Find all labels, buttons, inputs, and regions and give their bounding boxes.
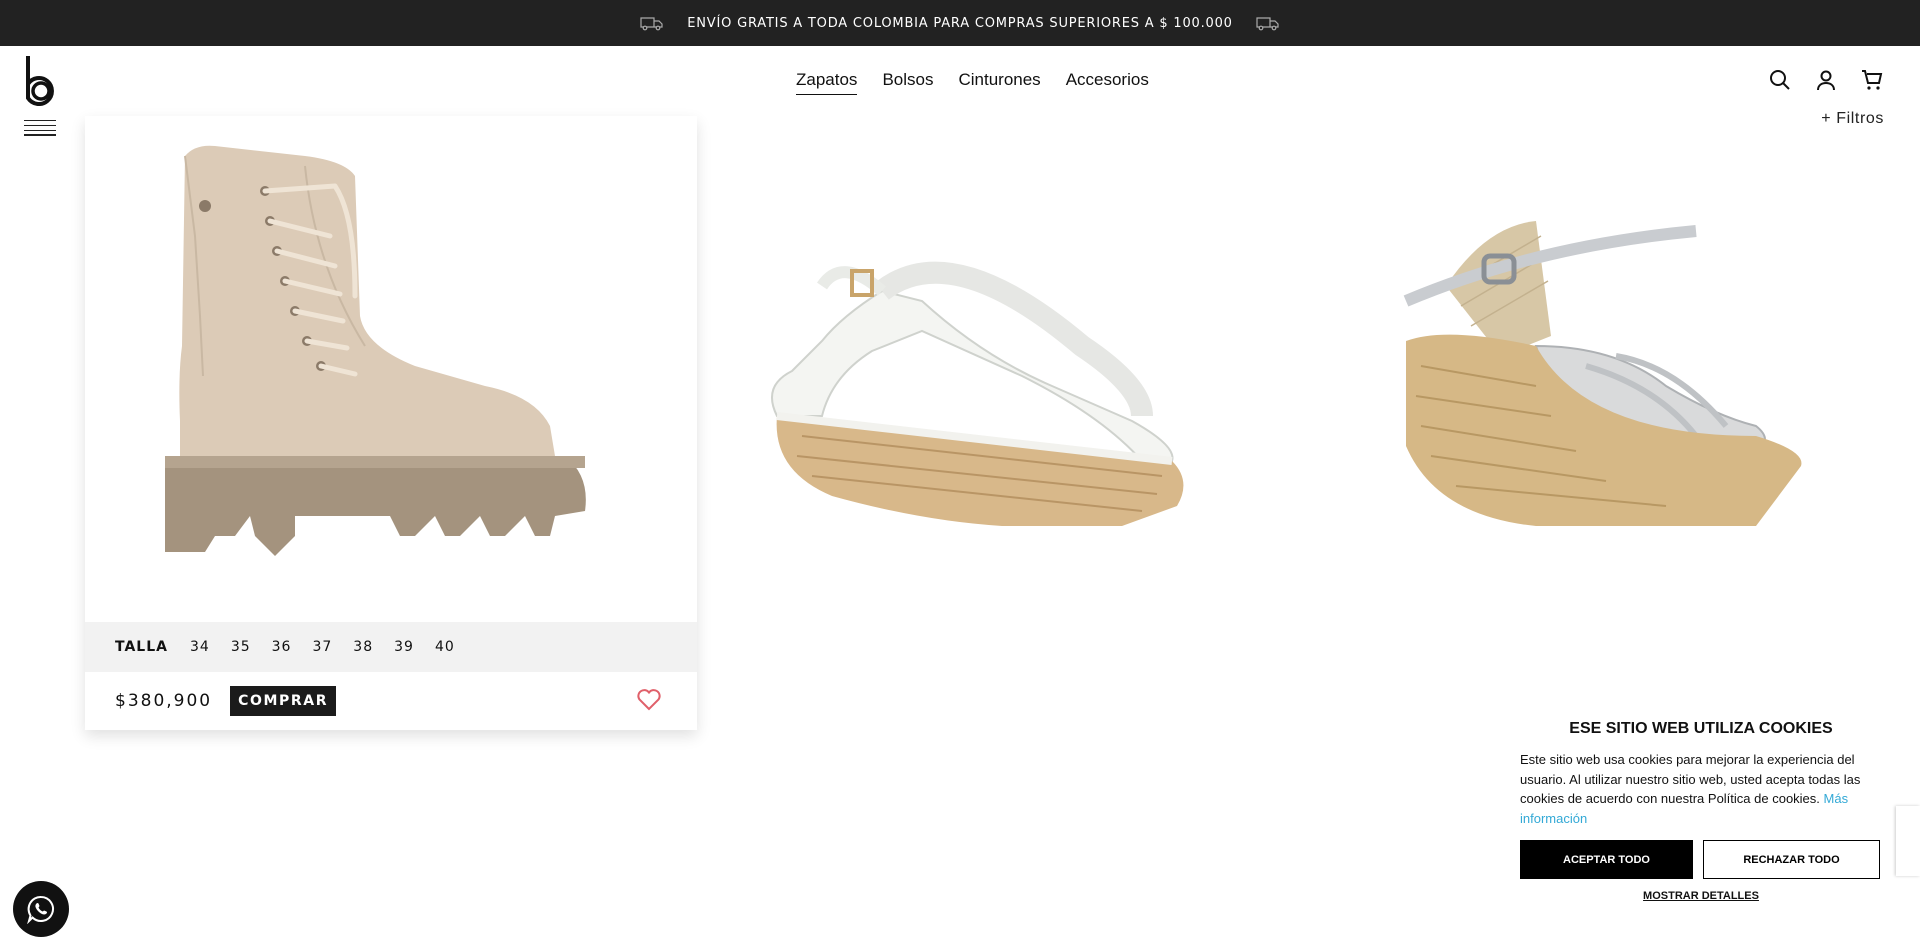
nav-item-accesorios[interactable]: Accesorios xyxy=(1066,70,1149,95)
cookie-title: ESE SITIO WEB UTILIZA COOKIES xyxy=(1569,720,1833,737)
heart-icon[interactable] xyxy=(636,688,662,712)
truck-icon xyxy=(1256,17,1279,31)
accept-all-button[interactable]: ACEPTAR TODO xyxy=(1520,840,1693,879)
cart-icon[interactable] xyxy=(1860,68,1884,92)
size-option[interactable]: 35 xyxy=(231,639,251,655)
size-option[interactable]: 34 xyxy=(190,639,210,655)
search-icon[interactable] xyxy=(1768,68,1792,92)
price-bar: $380,900 COMPRAR xyxy=(85,672,697,730)
user-icon[interactable] xyxy=(1814,68,1838,92)
cookie-banner: ESE SITIO WEB UTILIZA COOKIES Este sitio… xyxy=(1498,700,1906,947)
product-card[interactable]: TALLA 34 35 36 37 38 39 40 $380,900 COMP… xyxy=(85,116,697,730)
product-price: $380,900 xyxy=(115,691,213,711)
main-nav: Zapatos Bolsos Cinturones Accesorios xyxy=(796,70,1149,95)
nav-item-cinturones[interactable]: Cinturones xyxy=(958,70,1040,95)
truck-icon xyxy=(640,17,663,31)
buy-button[interactable]: COMPRAR xyxy=(230,686,337,716)
cookie-body: Este sitio web usa cookies para mejorar … xyxy=(1520,750,1882,828)
whatsapp-icon xyxy=(27,895,54,924)
size-label: TALLA xyxy=(115,639,168,655)
reject-all-button[interactable]: RECHAZAR TODO xyxy=(1703,840,1880,879)
nav-item-bolsos[interactable]: Bolsos xyxy=(882,70,933,95)
side-widget-tab[interactable] xyxy=(1896,806,1920,876)
product-image-boot[interactable] xyxy=(85,116,697,622)
size-selector: TALLA 34 35 36 37 38 39 40 xyxy=(85,622,697,672)
cookie-body-text: Este sitio web usa cookies para mejorar … xyxy=(1520,752,1861,806)
size-option[interactable]: 39 xyxy=(394,639,414,655)
site-header: Zapatos Bolsos Cinturones Accesorios xyxy=(0,46,1920,116)
announcement-bar: ENVÍO GRATIS A TODA COLOMBIA PARA COMPRA… xyxy=(0,0,1920,46)
announcement-text: ENVÍO GRATIS A TODA COLOMBIA PARA COMPRA… xyxy=(687,15,1233,31)
size-option[interactable]: 37 xyxy=(312,639,332,655)
nav-item-zapatos[interactable]: Zapatos xyxy=(796,70,858,95)
whatsapp-button[interactable] xyxy=(13,881,69,937)
size-option[interactable]: 38 xyxy=(353,639,373,655)
size-option[interactable]: 40 xyxy=(435,639,455,655)
show-details-link[interactable]: MOSTRAR DETALLES xyxy=(1520,890,1882,902)
product-image-white-wedge[interactable] xyxy=(722,116,1334,622)
header-icons xyxy=(1768,68,1884,92)
size-option[interactable]: 36 xyxy=(272,639,292,655)
brand-logo[interactable] xyxy=(24,54,56,106)
hamburger-icon[interactable] xyxy=(24,120,56,136)
product-image-silver-wedge[interactable] xyxy=(1336,116,1920,622)
